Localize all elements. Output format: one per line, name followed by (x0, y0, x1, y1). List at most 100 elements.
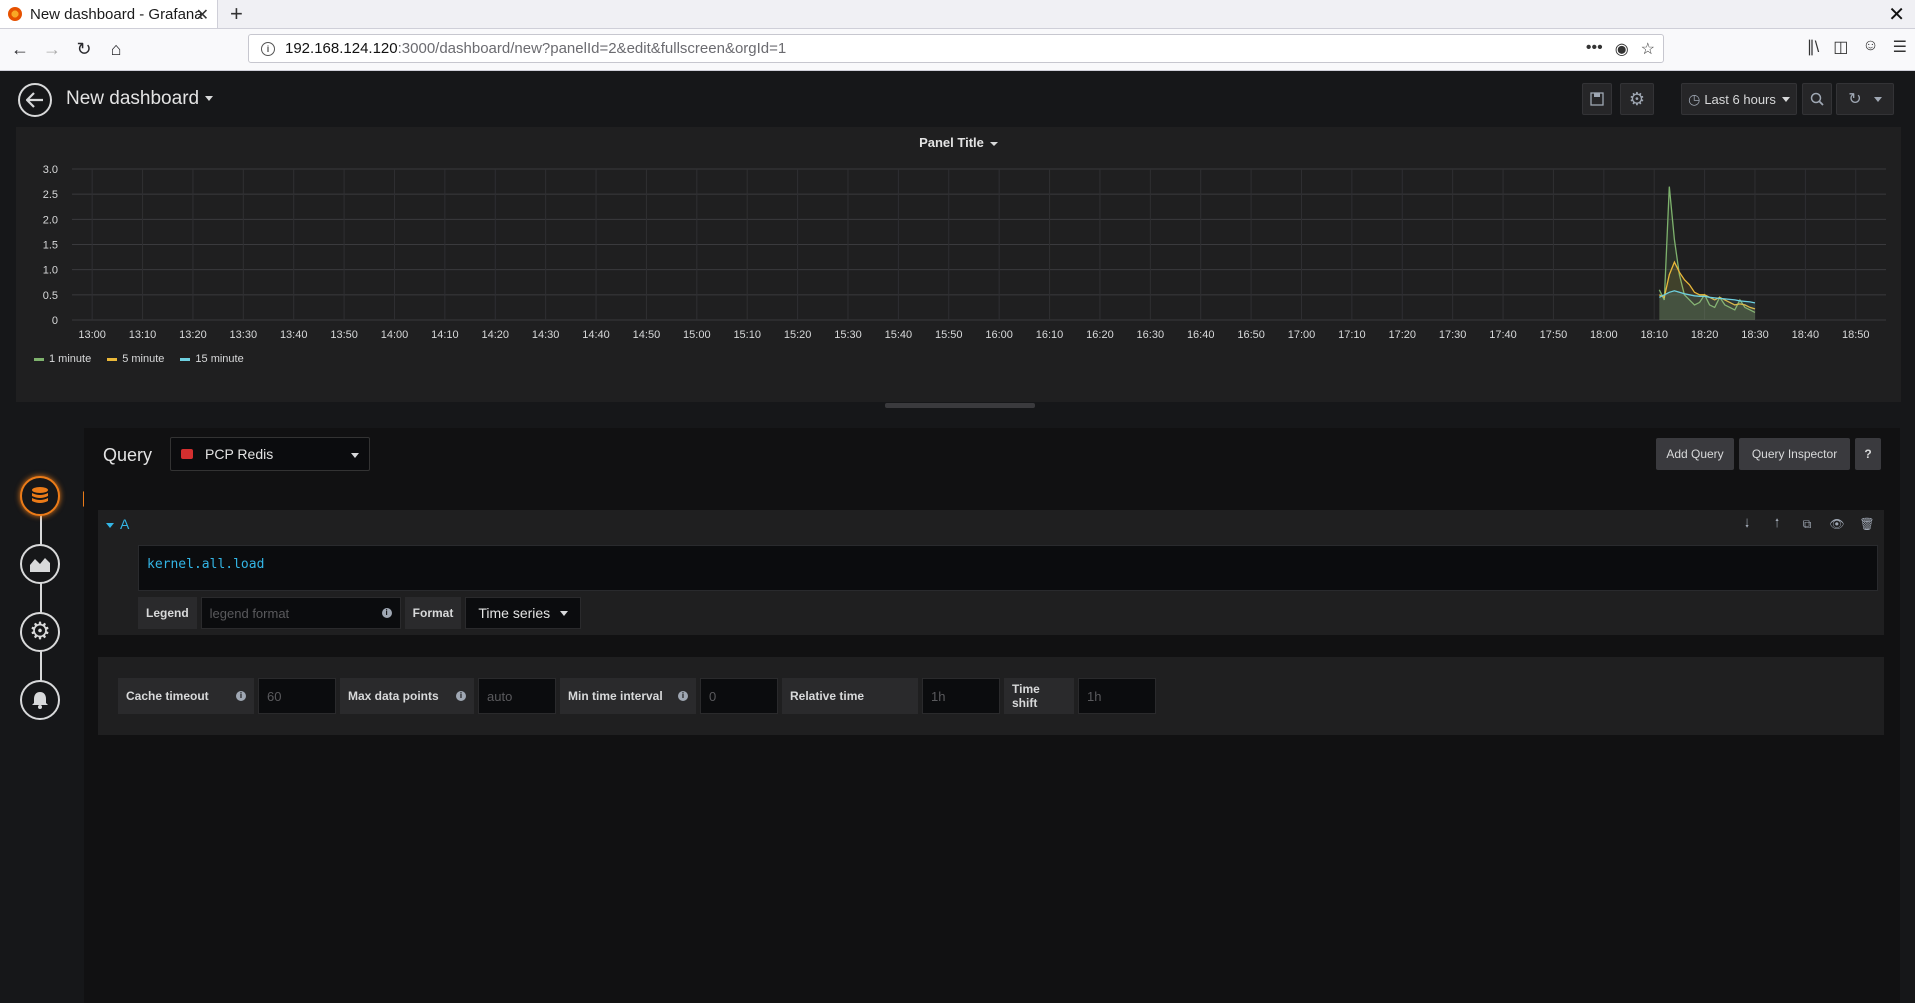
x-tick-label: 14:20 (482, 329, 510, 341)
library-icon[interactable]: ∥\ (1807, 37, 1819, 57)
info-icon[interactable]: i (456, 691, 466, 701)
time-picker-button[interactable]: ◷ Last 6 hours (1681, 83, 1797, 115)
query-inspector-button[interactable]: Query Inspector (1739, 438, 1850, 470)
chevron-down-icon (560, 610, 569, 616)
info-icon[interactable]: i (236, 691, 246, 701)
url-bar[interactable]: i 192.168.124.120 :3000/dashboard/new?pa… (248, 34, 1664, 63)
tab-queries[interactable] (20, 476, 92, 516)
query-row-header[interactable]: A 🠓 🠑 ⧉ 👁 🗑 (98, 510, 1884, 540)
back-to-dashboard-button[interactable] (18, 83, 52, 117)
x-tick-label: 18:50 (1842, 329, 1870, 341)
cache-timeout-input[interactable]: 60 (258, 678, 336, 714)
help-button[interactable]: ? (1855, 438, 1881, 470)
legend-item-15-minute[interactable]: 15 minute (180, 353, 244, 365)
browser-navbar: ← → ↻ ⌂ i 192.168.124.120 :3000/dashboar… (0, 29, 1915, 71)
x-tick-label: 16:30 (1137, 329, 1165, 341)
y-tick-label: 3.0 (43, 164, 58, 176)
info-icon[interactable]: i (678, 691, 688, 701)
site-info-icon[interactable]: i (261, 41, 275, 56)
tab-visualization[interactable] (20, 544, 60, 584)
min-time-interval-input[interactable]: 0 (700, 678, 778, 714)
menu-icon[interactable]: ☰ (1893, 37, 1907, 57)
cache-timeout-placeholder: 60 (267, 688, 282, 704)
relative-time-input[interactable]: 1h (922, 678, 1000, 714)
query-code-editor[interactable]: kernel.all.load (138, 545, 1878, 591)
zoom-out-button[interactable] (1802, 83, 1832, 115)
panel-resize-handle[interactable] (885, 403, 1035, 408)
x-tick-label: 16:20 (1086, 329, 1114, 341)
legend-item-1-minute[interactable]: 1 minute (34, 353, 91, 365)
format-select[interactable]: Time series (465, 597, 582, 629)
min-time-interval-text: Min time interval (568, 689, 663, 703)
y-tick-label: 1.5 (43, 240, 58, 252)
datasource-select[interactable]: PCP Redis (170, 437, 370, 471)
format-value: Time series (478, 605, 551, 621)
x-tick-label: 14:40 (582, 329, 610, 341)
max-data-points-input[interactable]: auto (478, 678, 556, 714)
info-icon[interactable]: i (381, 608, 392, 618)
y-tick-label: 2.0 (43, 214, 58, 226)
back-arrow-icon[interactable]: ← (8, 37, 32, 61)
max-data-points-label: Max data points i (340, 678, 474, 714)
legend-item-5-minute[interactable]: 5 minute (107, 353, 164, 365)
time-shift-input[interactable]: 1h (1078, 678, 1156, 714)
window-close-icon[interactable]: ✕ (1888, 2, 1905, 27)
query-ref-id[interactable]: A (120, 516, 129, 532)
cache-timeout-label: Cache timeout i (118, 678, 254, 714)
chevron-down-icon[interactable] (1873, 96, 1882, 102)
move-down-icon[interactable]: 🠓 (1740, 516, 1754, 531)
x-tick-label: 16:10 (1036, 329, 1064, 341)
close-tab-icon[interactable]: ✕ (196, 5, 209, 25)
query-row-a: A 🠓 🠑 ⧉ 👁 🗑 kernel.all.load Legend legen… (98, 510, 1884, 635)
x-tick-label: 15:10 (733, 329, 761, 341)
max-data-points-placeholder: auto (487, 688, 513, 704)
x-tick-label: 15:30 (834, 329, 862, 341)
forward-arrow-icon[interactable]: → (40, 37, 64, 61)
collapse-caret-icon[interactable] (106, 523, 114, 528)
x-tick-label: 18:00 (1590, 329, 1618, 341)
browser-tabbar: New dashboard - Grafana ✕ + ✕ (0, 0, 1915, 29)
reload-icon[interactable]: ↻ (72, 37, 96, 61)
tab-alert[interactable] (20, 680, 60, 720)
y-tick-label: 0 (52, 315, 58, 327)
tab-general[interactable]: ⚙ (20, 612, 60, 652)
legend-label: 1 minute (49, 353, 92, 365)
page-actions-icon[interactable]: ••• (1586, 39, 1603, 59)
pocket-icon[interactable]: ◉ (1615, 39, 1629, 59)
move-up-icon[interactable]: 🠑 (1770, 516, 1784, 531)
add-query-button[interactable]: Add Query (1656, 438, 1734, 470)
browser-tab[interactable]: New dashboard - Grafana ✕ (0, 0, 218, 28)
database-icon (32, 487, 48, 503)
bell-icon (32, 692, 48, 709)
y-tick-label: 2.5 (43, 189, 58, 201)
grafana-favicon-icon (8, 7, 22, 21)
clock-icon: ◷ (1688, 90, 1701, 107)
bookmark-star-icon[interactable]: ☆ (1641, 39, 1655, 59)
eye-icon[interactable]: 👁 (1829, 517, 1844, 531)
legend-format-input[interactable]: legend format i (200, 597, 401, 629)
chevron-down-icon (989, 141, 998, 146)
area-chart-icon (30, 558, 50, 572)
save-dashboard-button[interactable] (1582, 83, 1612, 115)
query-editor: Query PCP Redis Add Query Query Inspecto… (84, 428, 1900, 1003)
editor-tab-nav: ⚙ (0, 470, 92, 730)
new-tab-icon[interactable]: + (230, 1, 243, 27)
time-series-graph[interactable]: 0 0.5 1.0 1.5 2.0 2.5 3.0 13:00 13:10 13:20 13:30 1… (16, 157, 1901, 352)
nav-connector-line (40, 500, 42, 700)
sidebar-icon[interactable]: ◫ (1833, 37, 1848, 57)
x-tick-label: 13:40 (280, 329, 308, 341)
duplicate-icon[interactable]: ⧉ (1800, 517, 1814, 531)
panel-title[interactable]: Panel Title (16, 135, 1901, 150)
refresh-button[interactable]: ↻ (1836, 83, 1894, 115)
url-host: 192.168.124.120 (285, 40, 398, 57)
legend-label: 15 minute (195, 353, 244, 365)
dashboard-title[interactable]: New dashboard (66, 88, 214, 110)
datasource-name: PCP Redis (205, 446, 274, 462)
account-icon[interactable]: ☺ (1862, 37, 1878, 57)
x-tick-label: 18:30 (1741, 329, 1769, 341)
home-icon[interactable]: ⌂ (104, 37, 128, 61)
x-tick-label: 17:00 (1288, 329, 1316, 341)
dashboard-settings-button[interactable]: ⚙ (1620, 83, 1654, 115)
legend-label: 5 minute (122, 353, 165, 365)
trash-icon[interactable]: 🗑 (1859, 517, 1874, 531)
